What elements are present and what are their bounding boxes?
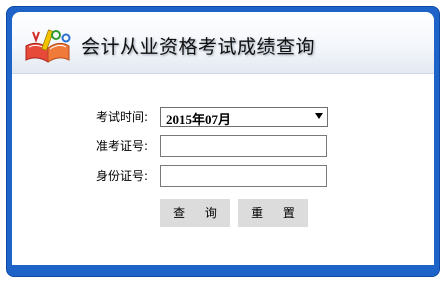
form-panel: 考试时间: 2015年07月 准考证号: 身份证号: 查 询 重 置 [12,74,434,265]
admission-number-input[interactable] [160,135,327,157]
book-pencil-logo-icon [25,29,71,63]
reset-button[interactable]: 重 置 [238,199,308,227]
admission-row: 准考证号: [12,135,434,157]
header-bar: 会计从业资格考试成绩查询 [12,12,434,74]
page-title: 会计从业资格考试成绩查询 [81,36,316,58]
id-number-row: 身份证号: [12,165,434,187]
dropdown-arrow-icon [315,113,323,119]
id-number-label: 身份证号: [95,169,148,183]
query-button[interactable]: 查 询 [160,199,230,227]
exam-time-select[interactable]: 2015年07月 [160,107,328,127]
admission-number-label: 准考证号: [95,139,148,153]
exam-time-value: 2015年07月 [166,112,232,127]
exam-time-row: 考试时间: 2015年07月 [12,106,434,128]
exam-time-label: 考试时间: [95,110,148,124]
id-number-input[interactable] [160,165,327,187]
